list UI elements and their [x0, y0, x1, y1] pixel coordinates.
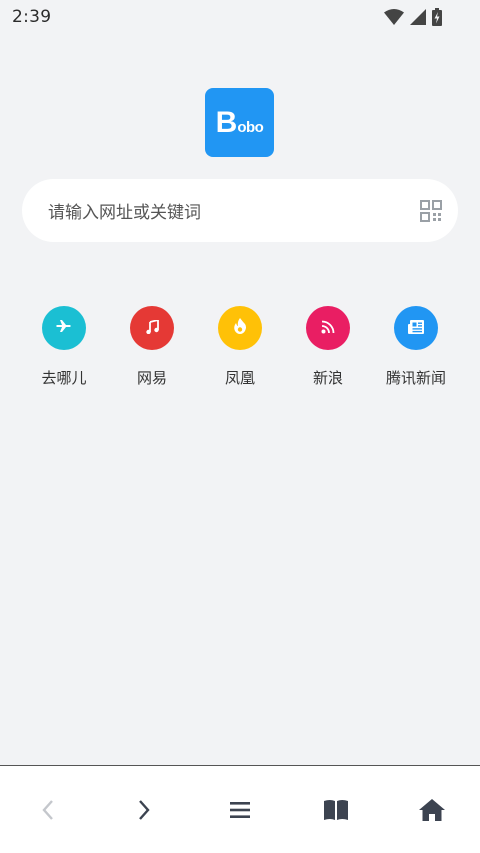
quick-link-sina[interactable]: 新浪: [284, 306, 372, 396]
quick-link-tencent-news[interactable]: 腾讯新闻: [372, 306, 460, 396]
rss-icon: [321, 319, 335, 338]
back-button[interactable]: [0, 766, 96, 853]
quick-link-icon-circle: [306, 306, 350, 350]
search-placeholder: 请输入网址或关键词: [48, 203, 201, 223]
quick-link-label: 凤凰: [224, 369, 255, 387]
home-icon: [419, 798, 445, 821]
newspaper-icon: [408, 319, 424, 338]
bottom-nav-bar: [0, 765, 480, 853]
chevron-right-icon: [137, 799, 151, 821]
quick-links: 去哪儿 网易 凤凰 新浪 腾讯新闻: [20, 306, 460, 396]
battery-icon: [432, 8, 442, 26]
app-logo: B obo: [205, 88, 274, 157]
music-note-icon: [145, 318, 159, 338]
quick-link-icon-circle: [218, 306, 262, 350]
quick-link-icon-circle: [394, 306, 438, 350]
quick-link-label: 新浪: [312, 369, 343, 387]
search-input[interactable]: 请输入网址或关键词: [22, 179, 458, 242]
logo-text: obo: [237, 119, 264, 136]
home-button[interactable]: [384, 766, 480, 853]
status-icons: [384, 8, 442, 26]
forward-button[interactable]: [96, 766, 192, 853]
bookmarks-button[interactable]: [288, 766, 384, 853]
menu-icon: [230, 801, 250, 819]
status-time: 2:39: [12, 7, 52, 27]
quick-link-label: 腾讯新闻: [385, 369, 446, 387]
quick-link-qunar[interactable]: 去哪儿: [20, 306, 108, 396]
menu-button[interactable]: [192, 766, 288, 853]
quick-link-label: 网易: [136, 369, 167, 387]
airplane-icon: [56, 318, 72, 338]
quick-link-icon-circle: [42, 306, 86, 350]
wifi-icon: [384, 9, 404, 25]
fire-icon: [233, 318, 247, 338]
quick-link-icon-circle: [130, 306, 174, 350]
status-bar: 2:39: [0, 0, 480, 34]
quick-link-label: 去哪儿: [41, 369, 87, 387]
book-icon: [323, 799, 349, 821]
quick-link-ifeng[interactable]: 凤凰: [196, 306, 284, 396]
chevron-left-icon: [41, 799, 55, 821]
signal-icon: [410, 9, 426, 25]
logo-letter: B: [215, 105, 238, 139]
quick-link-netease[interactable]: 网易: [108, 306, 196, 396]
qr-scan-icon[interactable]: [420, 199, 442, 222]
